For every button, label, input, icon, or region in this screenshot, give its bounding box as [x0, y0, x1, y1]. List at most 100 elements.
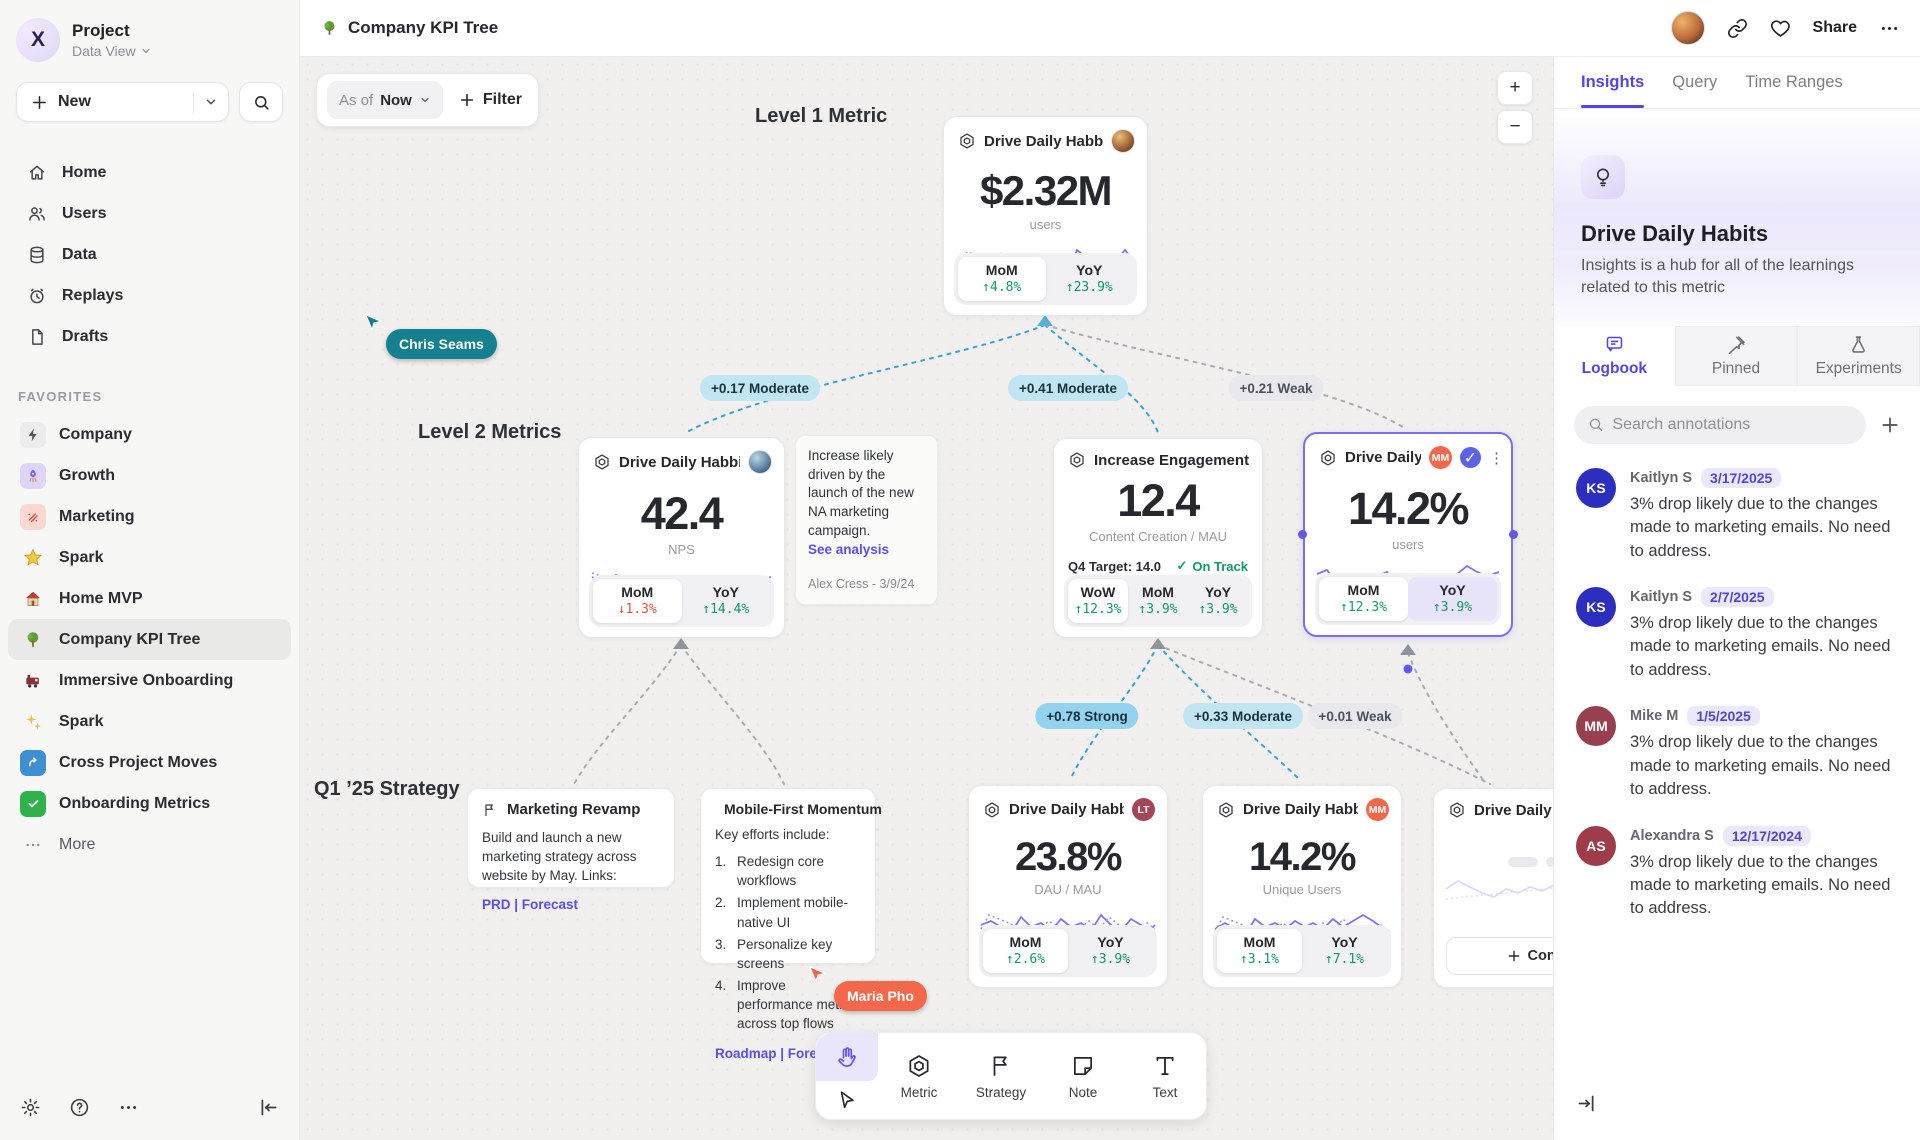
selection-handle[interactable]	[1298, 530, 1307, 539]
project-switcher[interactable]: X Project Data View	[0, 0, 299, 72]
stat-wow[interactable]: WoW ↑12.3%	[1068, 579, 1128, 623]
annotation-item[interactable]: MM Mike M 1/5/2025 3% drop likely due to…	[1554, 688, 1920, 807]
copy-link-icon[interactable]	[1727, 18, 1748, 39]
stat-yoy[interactable]: YoY ↑7.1%	[1302, 929, 1387, 973]
metric-card-engagement[interactable]: Increase Engagement 12.4 Content Creatio…	[1053, 438, 1263, 638]
tab-time-ranges[interactable]: Time Ranges	[1745, 57, 1843, 108]
more-options-icon[interactable]	[1879, 18, 1900, 39]
metric-card-nps[interactable]: Drive Daily Habbits 42.4 NPS MoM ↓1.3% Y…	[578, 437, 785, 638]
sidebar-item-spark[interactable]: Spark	[8, 537, 291, 578]
stat-mom[interactable]: MoM ↑3.9%	[1128, 579, 1188, 623]
strategy-card-mobile-first[interactable]: Mobile-First Momentum Key efforts includ…	[700, 788, 876, 964]
metric-title: Drive Daily Habbits	[984, 133, 1103, 150]
metric-card-partial[interactable]: Drive Daily Habbits Connect	[1433, 788, 1553, 988]
strategy-tool-button[interactable]: Strategy	[960, 1033, 1042, 1119]
stat-mom[interactable]: MoM ↑4.8%	[958, 257, 1046, 301]
user-avatar[interactable]	[1671, 11, 1705, 45]
select-tool-button[interactable]	[816, 1081, 878, 1119]
stat-yoy[interactable]: YoY ↑3.9%	[1408, 577, 1497, 621]
kebab-menu-icon[interactable]: ⋮	[1489, 449, 1499, 467]
filter-button[interactable]: Filter	[459, 91, 522, 109]
stat-mom[interactable]: MoM ↓1.3%	[593, 579, 682, 623]
search-button[interactable]	[239, 82, 283, 122]
sidebar-item-onboarding-metrics[interactable]: Onboarding Metrics	[8, 783, 291, 824]
search-icon	[1588, 416, 1603, 433]
tool-label: Text	[1153, 1085, 1178, 1100]
stat-yoy[interactable]: YoY ↑3.9%	[1068, 929, 1153, 973]
subtab-experiments[interactable]: Experiments	[1797, 326, 1920, 386]
confetti-icon	[25, 509, 41, 525]
metric-card-unique-users[interactable]: Drive Daily Habbits MM 14.2% Unique User…	[1202, 785, 1402, 988]
status-badge: On Track	[1192, 559, 1248, 574]
sidebar: X Project Data View New Home Users	[0, 0, 300, 1140]
zoom-out-button[interactable]: −	[1497, 110, 1533, 144]
edge-line	[574, 645, 681, 784]
sidebar-item-company[interactable]: Company	[8, 414, 291, 455]
connect-button[interactable]: Connect	[1446, 937, 1553, 975]
annotation-item[interactable]: KS Kaitlyn S 2/7/2025 3% drop likely due…	[1554, 569, 1920, 688]
sidebar-item-users[interactable]: Users	[8, 193, 291, 234]
strategy-links[interactable]: PRD | Forecast	[482, 897, 660, 912]
see-analysis-link[interactable]: See analysis	[808, 541, 925, 560]
sidebar-item-growth[interactable]: Growth	[8, 455, 291, 496]
sidebar-item-company-kpi-tree[interactable]: Company KPI Tree	[8, 619, 291, 660]
collapse-sidebar-icon[interactable]	[258, 1097, 279, 1118]
add-annotation-icon[interactable]	[1880, 415, 1900, 435]
subtab-logbook[interactable]: Logbook	[1554, 326, 1675, 386]
annotation-item[interactable]: KS Kaitlyn S 3/17/2025 3% drop likely du…	[1554, 450, 1920, 569]
collaborator-badge: MM	[1429, 446, 1452, 469]
stat-mom[interactable]: MoM ↑2.6%	[983, 929, 1068, 973]
sidebar-item-home-mvp[interactable]: Home MVP	[8, 578, 291, 619]
annotation-search[interactable]	[1574, 406, 1866, 444]
sidebar-item-label: Home	[62, 164, 106, 182]
more-icon[interactable]	[118, 1097, 139, 1118]
sidebar-item-marketing[interactable]: Marketing	[8, 496, 291, 537]
annotation-search-input[interactable]	[1612, 416, 1852, 434]
edge-label: +0.78 Strong	[1035, 703, 1138, 729]
text-tool-button[interactable]: Text	[1124, 1033, 1206, 1119]
metric-card-level1[interactable]: Drive Daily Habbits $2.32M users MoM ↑4.…	[943, 116, 1148, 316]
subtab-pinned[interactable]: Pinned	[1675, 326, 1798, 386]
tab-query[interactable]: Query	[1672, 57, 1717, 108]
sidebar-item-home[interactable]: Home	[8, 152, 291, 193]
metric-card-dau-mau[interactable]: Drive Daily Habbits LT 23.8% DAU / MAU M…	[968, 785, 1168, 988]
metric-hexagon-icon	[958, 132, 976, 150]
strategy-card-marketing-revamp[interactable]: Marketing Revamp Build and launch a new …	[467, 788, 675, 888]
chevron-down-icon[interactable]	[204, 95, 218, 109]
stat-yoy[interactable]: YoY ↑3.9%	[1188, 579, 1248, 623]
sidebar-item-immersive-onboarding[interactable]: Immersive Onboarding	[8, 660, 291, 701]
help-icon[interactable]	[69, 1097, 90, 1118]
sidebar-item-more[interactable]: More	[8, 824, 291, 865]
zoom-in-button[interactable]: +	[1497, 71, 1533, 105]
selection-handle[interactable]	[1509, 530, 1518, 539]
asof-dropdown[interactable]: As of Now	[327, 81, 443, 119]
kpi-canvas[interactable]: As of Now Filter + − Level 1 Metric Leve…	[300, 57, 1553, 1140]
note-tool-button[interactable]: Note	[1042, 1033, 1124, 1119]
annotation-note-card[interactable]: Increase likely driven by the launch of …	[795, 435, 938, 605]
insights-bulb-tile	[1581, 155, 1625, 199]
metric-card-selected[interactable]: Drive Daily Habb.. MM ✓ ⋮ 14.2% users Mo…	[1303, 432, 1513, 637]
stat-yoy[interactable]: YoY ↑23.9%	[1046, 257, 1134, 301]
search-icon	[253, 94, 270, 111]
edge-line	[1408, 653, 1486, 784]
tab-insights[interactable]: Insights	[1581, 57, 1644, 108]
gear-icon[interactable]	[20, 1097, 41, 1118]
sidebar-item-replays[interactable]: Replays	[8, 275, 291, 316]
tool-label: Metric	[901, 1085, 938, 1100]
collapse-panel-icon[interactable]	[1576, 1093, 1597, 1114]
sidebar-item-cross-project-moves[interactable]: Cross Project Moves	[8, 742, 291, 783]
hand-tool-button[interactable]	[816, 1033, 878, 1081]
new-button[interactable]: New	[16, 82, 229, 122]
favorite-heart-icon[interactable]	[1770, 18, 1791, 39]
metric-hexagon-icon	[1217, 801, 1235, 819]
stat-mom[interactable]: MoM ↑3.1%	[1217, 929, 1302, 973]
metric-value: 14.2%	[1203, 835, 1401, 880]
share-button[interactable]: Share	[1813, 19, 1857, 37]
stat-mom[interactable]: MoM ↑12.3%	[1319, 577, 1408, 621]
sidebar-item-spark-2[interactable]: Spark	[8, 701, 291, 742]
annotation-item[interactable]: AS Alexandra S 12/17/2024 3% drop likely…	[1554, 808, 1920, 927]
metric-tool-button[interactable]: Metric	[878, 1033, 960, 1119]
stat-yoy[interactable]: YoY ↑14.4%	[682, 579, 771, 623]
sidebar-item-drafts[interactable]: Drafts	[8, 316, 291, 357]
sidebar-item-data[interactable]: Data	[8, 234, 291, 275]
